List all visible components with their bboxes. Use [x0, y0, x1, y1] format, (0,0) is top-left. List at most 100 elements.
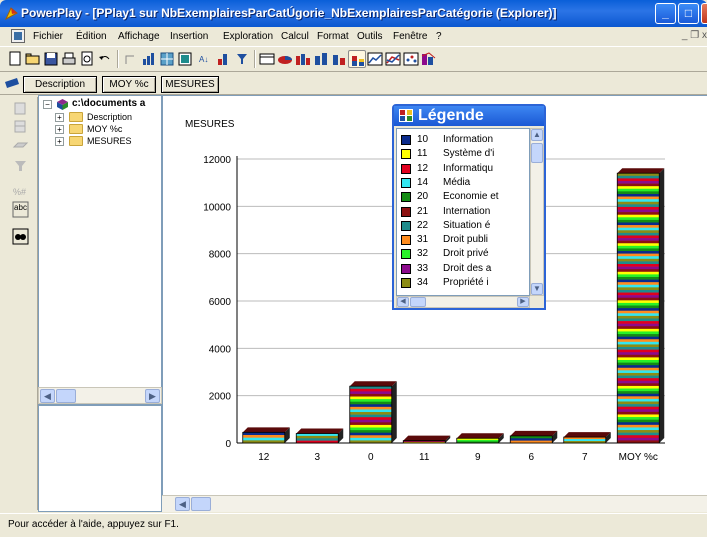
pie-chart-icon[interactable]: [276, 50, 294, 68]
stacked-bar-icon[interactable]: [348, 50, 366, 68]
print-icon[interactable]: [60, 50, 78, 68]
document-icon[interactable]: [11, 29, 25, 43]
menu-insertion[interactable]: Insertion: [170, 31, 208, 42]
tree-root-row[interactable]: − c:\documents a: [41, 98, 161, 110]
simple-bar-icon[interactable]: [312, 50, 330, 68]
scroll-right-arrow-icon[interactable]: ▶: [145, 389, 160, 403]
bar-segment: [617, 196, 660, 200]
title-bar[interactable]: PowerPlay - [PPlay1 sur NbExemplairesPar…: [0, 0, 707, 27]
find-icon[interactable]: [12, 228, 29, 245]
bar-segment: [349, 386, 392, 390]
bar-segment: [617, 310, 660, 314]
scroll-down-arrow-icon[interactable]: ▼: [531, 283, 543, 295]
menu-help[interactable]: ?: [436, 31, 442, 42]
open-folder-icon[interactable]: [24, 50, 42, 68]
line-chart-icon[interactable]: [366, 50, 384, 68]
bar-segment: [617, 251, 660, 254]
tree-expand-toggle[interactable]: +: [55, 137, 64, 146]
scrollbar-thumb[interactable]: [531, 143, 543, 163]
menu-edition[interactable]: Édition: [76, 31, 107, 42]
bar-segment: [349, 414, 392, 418]
menu-affichage[interactable]: Affichage: [118, 31, 160, 42]
scroll-right-arrow-icon[interactable]: ▶: [517, 297, 529, 307]
3d-bar-icon[interactable]: [330, 50, 348, 68]
hide-show-icon[interactable]: [12, 118, 29, 135]
chart-horizontal-scrollbar[interactable]: ◀: [162, 495, 707, 512]
drill-up-icon[interactable]: [122, 50, 140, 68]
tree-item-moy[interactable]: + MOY %c: [41, 123, 161, 135]
scatter-chart-icon[interactable]: [402, 50, 420, 68]
bar-segment: [617, 380, 660, 384]
menu-format[interactable]: Format: [317, 31, 349, 42]
multiline-chart-icon[interactable]: [384, 50, 402, 68]
legend-horizontal-scrollbar[interactable]: ◀ ▶: [396, 296, 530, 308]
scrollbar-thumb[interactable]: [56, 389, 76, 403]
scroll-left-arrow-icon[interactable]: ◀: [397, 297, 409, 307]
legend-code: 33: [417, 262, 429, 274]
bar-segment: [242, 432, 285, 436]
bar-segment: [617, 219, 660, 223]
menu-outils[interactable]: Outils: [357, 31, 383, 42]
calculation-icon[interactable]: %#: [12, 183, 29, 200]
dimension-description-button[interactable]: Description: [23, 76, 97, 93]
bar-segment: [617, 417, 660, 420]
tree-expand-toggle[interactable]: +: [55, 125, 64, 134]
tree-horizontal-scrollbar[interactable]: ◀ ▶: [38, 387, 162, 404]
filter-down-icon[interactable]: [12, 157, 29, 174]
table-view-icon[interactable]: [258, 50, 276, 68]
swap-icon[interactable]: [176, 50, 194, 68]
drill-down-icon[interactable]: [140, 50, 158, 68]
svg-text:A↓: A↓: [199, 55, 208, 64]
tree-item-description[interactable]: + Description: [41, 111, 161, 123]
rank-icon[interactable]: [215, 50, 233, 68]
menu-exploration[interactable]: Exploration: [223, 31, 273, 42]
save-icon[interactable]: [42, 50, 60, 68]
tree-item-mesures[interactable]: + MESURES: [41, 135, 161, 147]
sort-az-icon[interactable]: A↓: [197, 50, 215, 68]
bar-segment: [617, 300, 660, 304]
bar-segment: [617, 256, 660, 260]
bar-segment: [617, 297, 660, 301]
undo-icon[interactable]: [96, 50, 114, 68]
scrollbar-thumb[interactable]: [191, 497, 211, 511]
legend-window[interactable]: Légende 10 Information 11 Système d'i 12 Info…: [392, 104, 546, 310]
legend-swatch: [401, 249, 411, 260]
menu-calcul[interactable]: Calcul: [281, 31, 309, 42]
legend-title-bar[interactable]: Légende: [394, 106, 544, 126]
dimension-moy-button[interactable]: MOY %c: [102, 76, 156, 93]
crosstab-icon[interactable]: [158, 50, 176, 68]
legend-code: 14: [417, 176, 429, 188]
maximize-button[interactable]: □: [678, 3, 699, 24]
clustered-bar-icon[interactable]: [294, 50, 312, 68]
print-preview-icon[interactable]: [78, 50, 96, 68]
explorer-pane-icon[interactable]: [12, 100, 29, 117]
bar-side: [391, 381, 397, 443]
bar-segment: [349, 432, 392, 436]
legend-swatch: [401, 135, 411, 145]
bar-segment: [563, 439, 606, 442]
bar-segment: [349, 430, 392, 433]
filter-icon[interactable]: [233, 50, 251, 68]
bar-segment: [617, 308, 660, 311]
scrollbar-thumb[interactable]: [410, 297, 426, 307]
bar-segment: [617, 230, 660, 234]
bar-segment: [617, 396, 660, 400]
tree-expand-toggle[interactable]: +: [55, 113, 64, 122]
bar-segment: [617, 214, 660, 218]
dimension-mesures-button[interactable]: MESURES: [161, 76, 219, 93]
layer-icon[interactable]: [12, 137, 29, 154]
scroll-left-arrow-icon[interactable]: ◀: [175, 497, 190, 511]
menu-fenetre[interactable]: Fenêtre: [393, 31, 427, 42]
bar-segment: [617, 430, 660, 433]
new-file-icon[interactable]: [6, 50, 24, 68]
correlation-chart-icon[interactable]: [420, 50, 438, 68]
minimize-button[interactable]: _: [655, 3, 676, 24]
status-text: Pour accéder à l'aide, appuyez sur F1.: [8, 519, 179, 530]
mdi-window-controls[interactable]: _ ❐ x: [682, 30, 707, 41]
scroll-up-arrow-icon[interactable]: ▲: [531, 129, 543, 141]
menu-fichier[interactable]: Fichier: [33, 31, 63, 42]
scroll-left-arrow-icon[interactable]: ◀: [40, 389, 55, 403]
close-button[interactable]: [701, 3, 707, 24]
legend-vertical-scrollbar[interactable]: ▲ ▼: [530, 128, 544, 296]
tree-collapse-toggle[interactable]: −: [43, 100, 52, 109]
